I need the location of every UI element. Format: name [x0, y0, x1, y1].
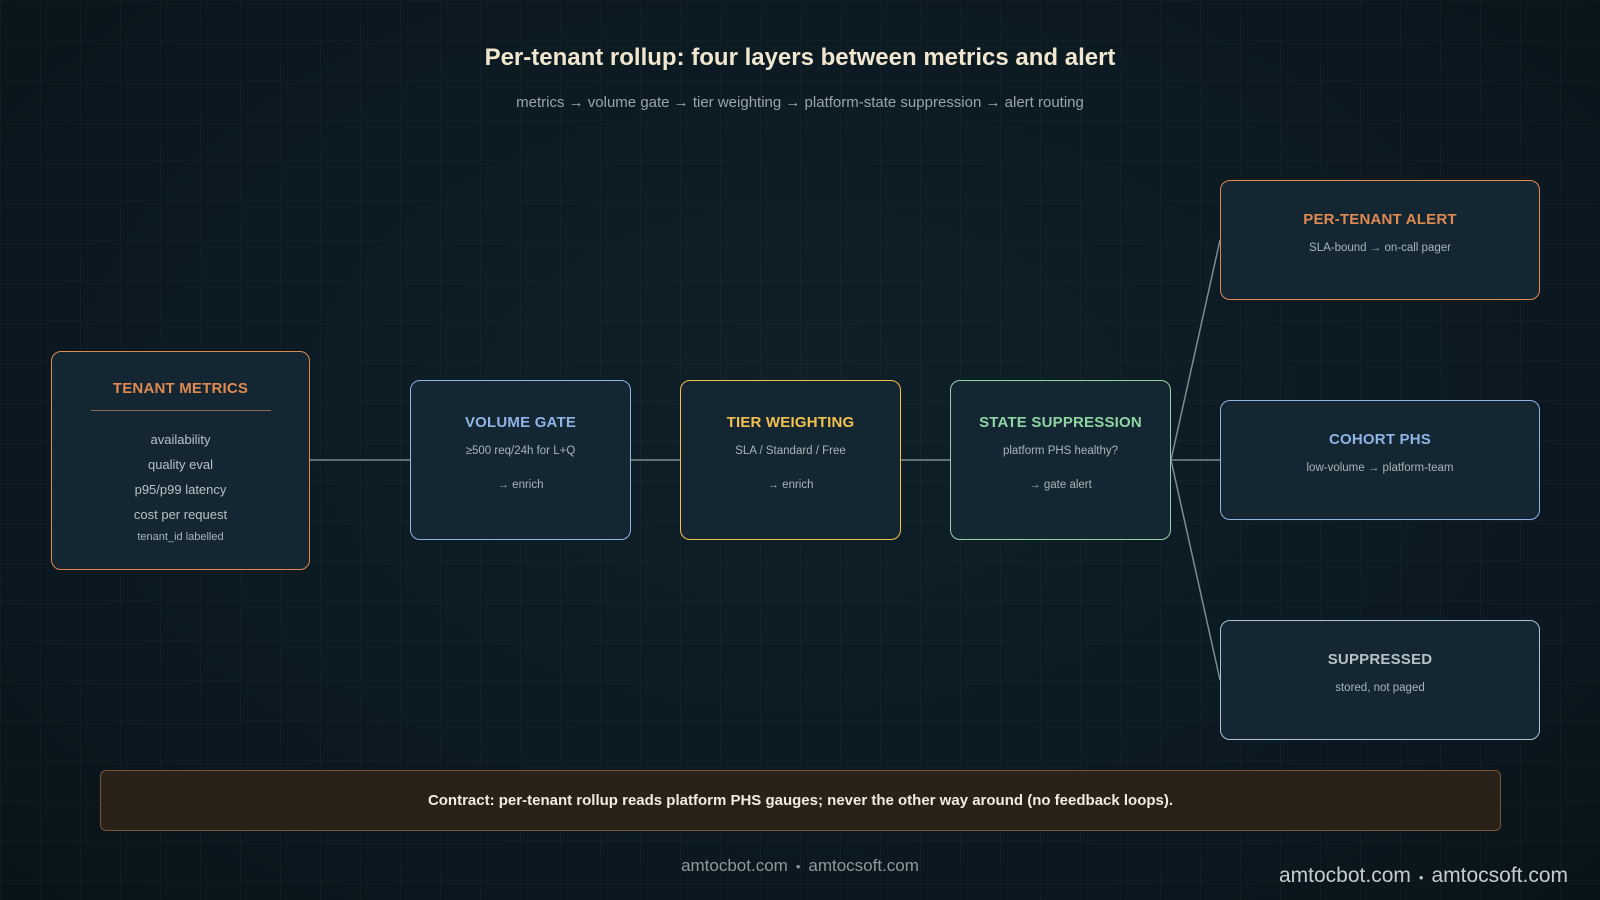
- watermark-site-link[interactable]: amtocsoft.com: [1431, 864, 1568, 887]
- node-action: → enrich: [767, 479, 814, 491]
- node-tier-weighting: TIER WEIGHTING SLA / Standard / Free → e…: [680, 380, 901, 540]
- metric-item: availability: [150, 432, 211, 447]
- footer-site-link[interactable]: amtocsoft.com: [808, 856, 919, 875]
- node-title: SUPPRESSED: [1327, 651, 1433, 668]
- connector-state-to-alert: [1170, 239, 1221, 461]
- node-title: COHORT PHS: [1328, 431, 1431, 448]
- metric-item: p95/p99 latency: [134, 482, 227, 497]
- node-description: SLA-bound → on-call pager: [1309, 242, 1451, 254]
- node-description: platform PHS healthy?: [1002, 445, 1119, 457]
- node-description: ≥500 req/24h for L+Q: [465, 445, 576, 457]
- node-state-suppression: STATE SUPPRESSION platform PHS healthy? …: [950, 380, 1171, 540]
- node-title: PER-TENANT ALERT: [1303, 211, 1457, 228]
- diagram-canvas: Per-tenant rollup: four layers between m…: [0, 0, 1600, 900]
- node-title: TIER WEIGHTING: [726, 414, 855, 431]
- metric-item: cost per request: [133, 507, 228, 522]
- node-action: → enrich: [497, 479, 544, 491]
- footer-site-link[interactable]: amtocbot.com: [681, 856, 788, 875]
- node-title: STATE SUPPRESSION: [979, 414, 1142, 431]
- metric-item: quality eval: [147, 457, 214, 472]
- node-cohort-phs: COHORT PHS low-volume → platform-team: [1220, 400, 1540, 520]
- node-suppressed: SUPPRESSED stored, not paged: [1220, 620, 1540, 740]
- node-tenant-metrics: TENANT METRICS availability quality eval…: [51, 351, 310, 570]
- divider: [90, 410, 271, 411]
- contract-banner: Contract: per-tenant rollup reads platfo…: [100, 770, 1501, 831]
- node-action: → gate alert: [1029, 479, 1092, 491]
- watermark-sites: amtocbot.com • amtocsoft.com: [1279, 864, 1568, 888]
- node-description: low-volume → platform-team: [1306, 462, 1454, 474]
- node-description: SLA / Standard / Free: [735, 445, 846, 457]
- node-description: stored, not paged: [1335, 682, 1425, 694]
- node-title: VOLUME GATE: [464, 414, 577, 431]
- node-footnote: tenant_id labelled: [137, 531, 224, 543]
- node-title: TENANT METRICS: [112, 380, 249, 397]
- watermark-site-link[interactable]: amtocbot.com: [1279, 864, 1411, 887]
- footer-separator: •: [795, 859, 801, 874]
- connector-state-to-suppressed: [1170, 459, 1221, 681]
- watermark-separator: •: [1418, 870, 1424, 885]
- node-volume-gate: VOLUME GATE ≥500 req/24h for L+Q → enric…: [410, 380, 631, 540]
- node-per-tenant-alert: PER-TENANT ALERT SLA-bound → on-call pag…: [1220, 180, 1540, 300]
